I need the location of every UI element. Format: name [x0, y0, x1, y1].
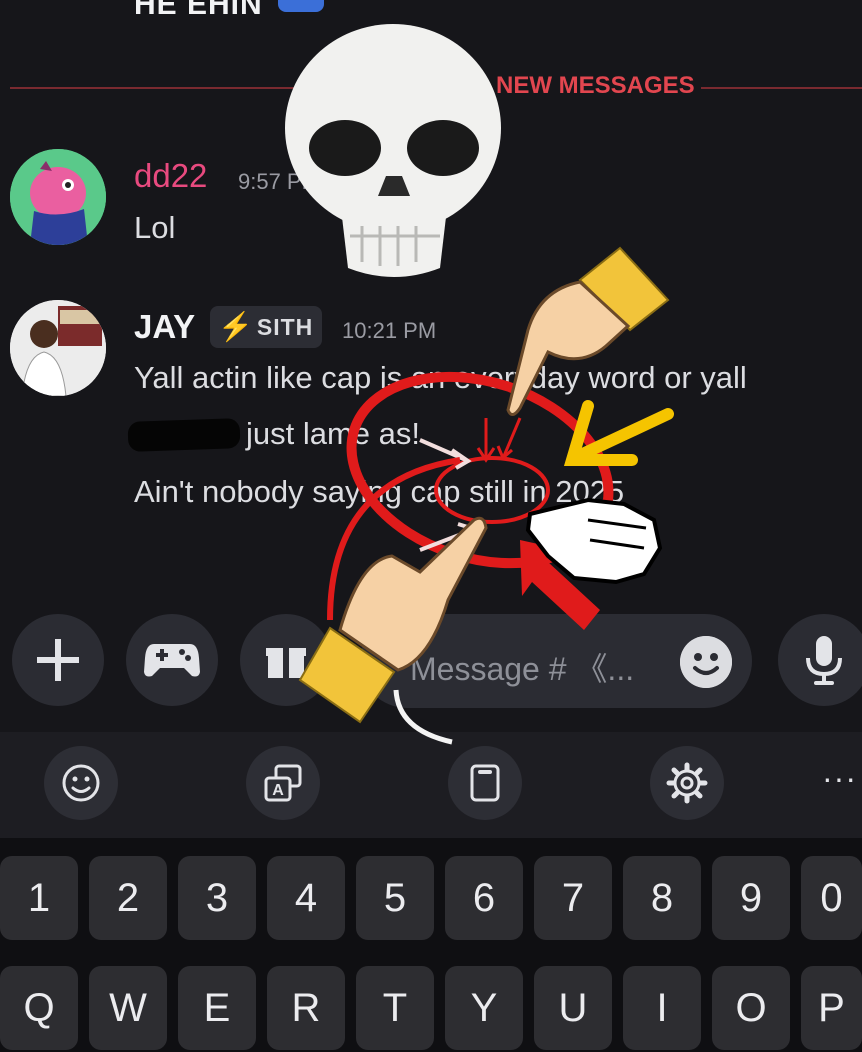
- keyboard-emoji-button[interactable]: [44, 746, 118, 820]
- emoji-picker-button[interactable]: [680, 636, 732, 688]
- gift-icon: [266, 648, 306, 678]
- voice-message-button[interactable]: [778, 614, 862, 706]
- key-r[interactable]: R: [267, 966, 345, 1050]
- key-p[interactable]: P: [801, 966, 862, 1050]
- keyboard-settings-button[interactable]: [650, 746, 724, 820]
- key-4[interactable]: 4: [267, 856, 345, 940]
- message-text: Yall actin like cap is an everyday word …: [134, 360, 747, 395]
- add-attachment-button[interactable]: [12, 614, 104, 706]
- key-5[interactable]: 5: [356, 856, 434, 940]
- key-9[interactable]: 9: [712, 856, 790, 940]
- redaction-scribble: [127, 418, 241, 452]
- previous-message-text: HE EHIN: [134, 0, 263, 21]
- gift-button[interactable]: [240, 614, 332, 706]
- key-u[interactable]: U: [534, 966, 612, 1050]
- microphone-icon: [806, 636, 842, 685]
- key-t[interactable]: T: [356, 966, 434, 1050]
- new-messages-label: NEW MESSAGES: [490, 72, 701, 100]
- emoji-icon: [680, 636, 732, 688]
- key-2[interactable]: 2: [89, 856, 167, 940]
- message-timestamp: 10:21 PM: [342, 318, 437, 343]
- key-1[interactable]: 1: [0, 856, 78, 940]
- key-0[interactable]: 0: [801, 856, 862, 940]
- new-messages-divider: [10, 87, 862, 89]
- key-q[interactable]: Q: [0, 966, 78, 1050]
- previous-message-emoji: [278, 0, 324, 12]
- role-tag[interactable]: ⚡ SITH: [210, 306, 322, 348]
- activities-button[interactable]: [126, 614, 218, 706]
- message-text: Ain't nobody saying cap still in 2025: [134, 474, 625, 509]
- lightning-icon: ⚡: [218, 311, 253, 342]
- message-input-placeholder: Message # 《...: [410, 651, 635, 687]
- gear-icon: [666, 762, 708, 804]
- key-7[interactable]: 7: [534, 856, 612, 940]
- message-username[interactable]: JAY: [134, 308, 195, 346]
- key-3[interactable]: 3: [178, 856, 256, 940]
- avatar[interactable]: [10, 149, 106, 245]
- clipboard-icon: [470, 764, 500, 802]
- key-i[interactable]: I: [623, 966, 701, 1050]
- message-text: just lame as!: [246, 416, 421, 451]
- keyboard-more-button[interactable]: ···: [822, 760, 857, 797]
- message-text: Lol: [134, 210, 176, 245]
- chat-area: HE EHIN NEW MESSAGES dd22 9:57 PM Lol JA…: [0, 0, 862, 600]
- keyboard-translate-button[interactable]: A: [246, 746, 320, 820]
- emoji-icon: [62, 764, 100, 802]
- key-y[interactable]: Y: [445, 966, 523, 1050]
- key-w[interactable]: W: [89, 966, 167, 1050]
- key-6[interactable]: 6: [445, 856, 523, 940]
- role-tag-label: SITH: [256, 313, 314, 340]
- keyboard-clipboard-button[interactable]: [448, 746, 522, 820]
- message-username[interactable]: dd22: [134, 157, 207, 195]
- keyboard-toolbar: [0, 732, 862, 838]
- avatar[interactable]: [10, 300, 106, 396]
- key-8[interactable]: 8: [623, 856, 701, 940]
- gamepad-icon: [144, 644, 200, 677]
- key-e[interactable]: E: [178, 966, 256, 1050]
- key-o[interactable]: O: [712, 966, 790, 1050]
- message-timestamp: 9:57 PM: [238, 169, 320, 194]
- avatar-image: [10, 300, 106, 396]
- translate-icon: A: [264, 764, 302, 802]
- avatar-image: [10, 149, 106, 245]
- plus-icon: [37, 639, 79, 681]
- svg-text:A: A: [272, 782, 284, 799]
